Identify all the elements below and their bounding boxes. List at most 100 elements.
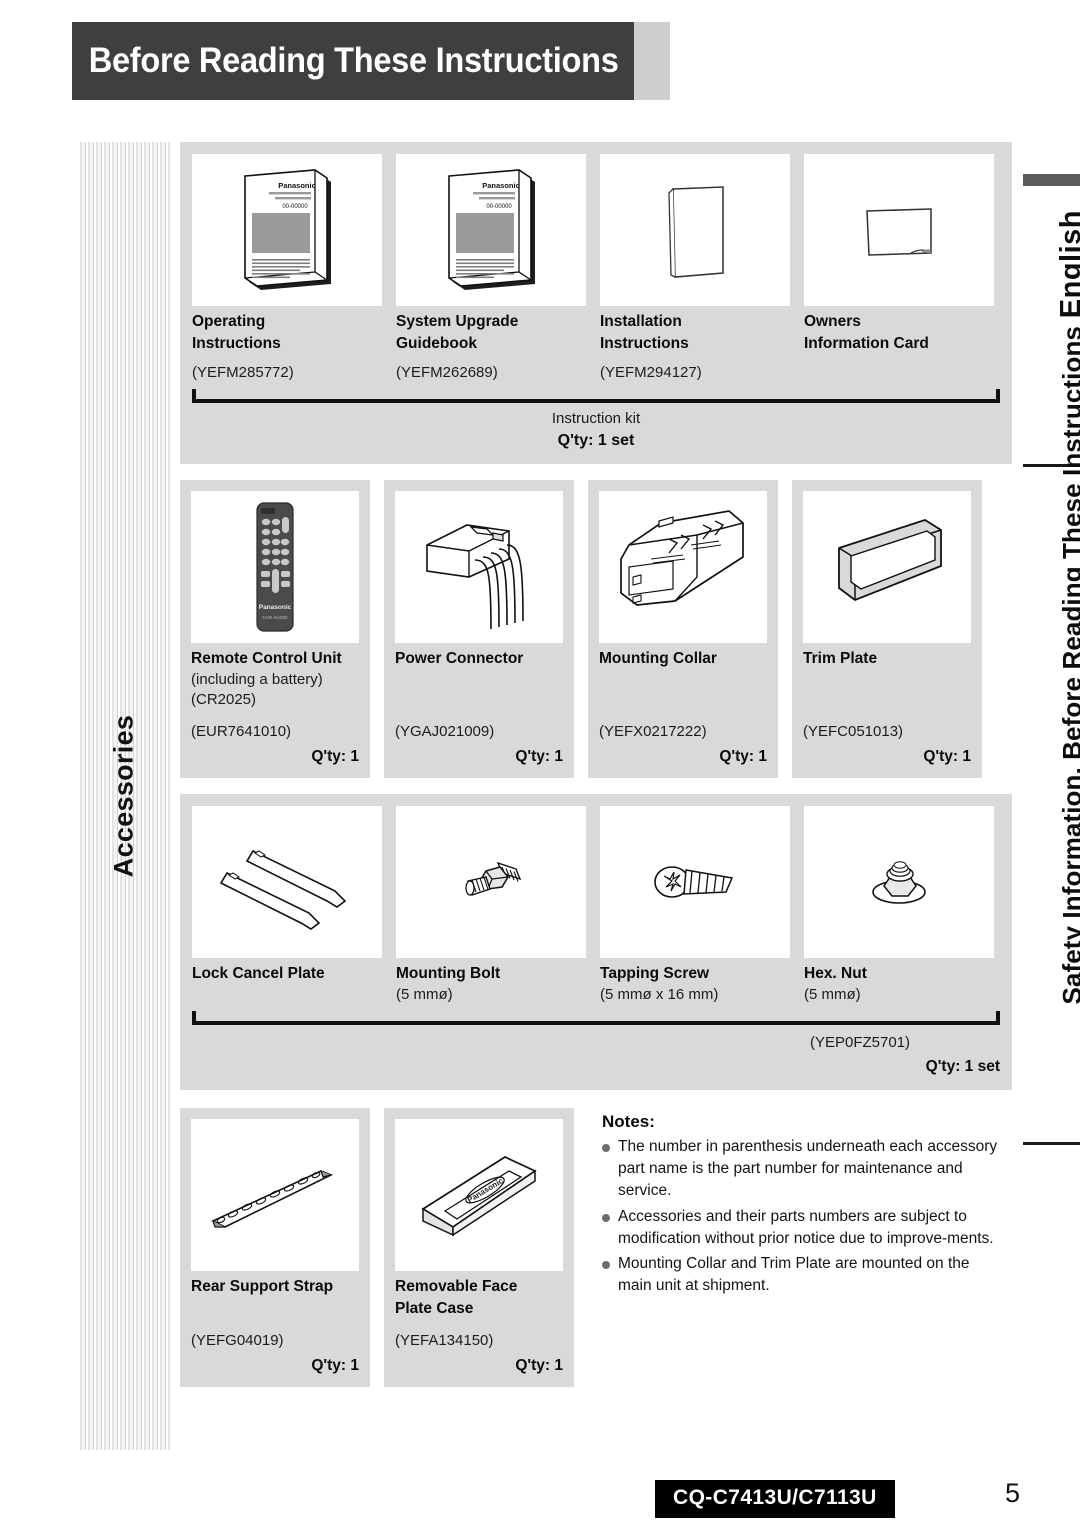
accessory-card: Panasonic Removable Face Plate Case (YEF… (384, 1108, 574, 1388)
bullet-icon (602, 1260, 610, 1269)
accessory-part-number: (YEFM262689) (396, 364, 498, 381)
accessory-name: Hex. Nut (804, 964, 867, 982)
page-header-band: Before Reading These Instructions (72, 22, 634, 100)
hex-nut-icon (856, 842, 942, 922)
model-number-badge: CQ-C7413U/C7113U (655, 1480, 895, 1518)
svg-text:Panasonic: Panasonic (278, 181, 316, 190)
page-title: Before Reading These Instructions (88, 41, 619, 80)
accessory-qty: Q'ty: 1 (515, 1357, 563, 1375)
note-text: Accessories and their parts numbers are … (618, 1207, 994, 1247)
accessory-qty: Q'ty: 1 (311, 747, 359, 765)
accessory-part-number: (YGAJ021009) (395, 722, 495, 740)
accessory-thumbnail (600, 805, 790, 958)
accessory-item: Panasonic 00-00000 (192, 154, 382, 383)
accessory-qty: Q'ty: 1 (923, 747, 971, 765)
bullet-icon (602, 1144, 610, 1153)
hardware-kit-grid: Lock Cancel Plate Mounting Bolt (5 mmø) … (192, 805, 1000, 1005)
right-rail-label-safety: Safety Information, Before Reading These… (1057, 326, 1080, 1005)
instruction-kit-bracket (192, 389, 1000, 403)
accessory-thumbnail (600, 154, 790, 306)
svg-text:Panasonic: Panasonic (259, 604, 292, 611)
accessory-name: Installation Instructions (600, 311, 790, 355)
accessories-content: Panasonic 00-00000 Operating Instruction… (180, 142, 1012, 1388)
accessory-name-line1: Rear Support Strap (191, 1278, 334, 1296)
page-root: Before Reading These Instructions Access… (0, 0, 1080, 1526)
hardware-kit-block: Lock Cancel Plate Mounting Bolt (5 mmø) … (180, 793, 1012, 1091)
accessory-qty: Q'ty: 1 (515, 747, 563, 765)
accessory-sub: (5 mmø x 16 mm) (600, 985, 719, 1003)
accessory-name: System Upgrade Guidebook (396, 311, 586, 355)
note-item: Mounting Collar and Trim Plate are mount… (602, 1253, 1002, 1297)
note-item: The number in parenthesis underneath eac… (602, 1136, 1002, 1202)
accessory-thumbnail (803, 491, 971, 643)
right-rail-divider-bottom (1023, 1142, 1080, 1145)
hardware-kit-tail: (YEP0FZ5701) Q'ty: 1 set (192, 1025, 1000, 1090)
bottom-row: Rear Support Strap (YEFG04019) Q'ty: 1 P… (180, 1108, 1012, 1388)
accessory-name-line1: Installation (600, 313, 682, 330)
accessory-part-number: (YEFM294127) (600, 364, 702, 381)
accessory-name-line2: Plate Case (395, 1300, 474, 1318)
accessory-thumbnail: Panasonic 00-00000 (192, 154, 382, 306)
accessory-name-line1: System Upgrade (396, 313, 519, 330)
accessory-name: Power Connector (395, 650, 524, 667)
accessory-name: Removable Face Plate Case (395, 1276, 563, 1320)
accessory-name: Remote Control Unit (191, 650, 342, 667)
accessory-item: Panasonic 00-00000 (396, 154, 586, 383)
mounting-collar-icon (607, 501, 759, 633)
remote-control-icon: Panasonic CAR AUDIO (240, 497, 310, 637)
mounting-bolt-icon (446, 837, 536, 927)
instruction-kit-block: Panasonic 00-00000 Operating Instruction… (180, 142, 1012, 464)
accessory-card: Rear Support Strap (YEFG04019) Q'ty: 1 (180, 1108, 370, 1388)
svg-text:Panasonic: Panasonic (482, 181, 520, 190)
accessory-qty: Q'ty: 1 (311, 1357, 359, 1375)
left-rail-label: Accessories (108, 714, 139, 878)
svg-text:CAR AUDIO: CAR AUDIO (262, 615, 288, 620)
accessory-card: Mounting Collar (YEFX0217222) Q'ty: 1 (588, 480, 778, 778)
accessory-item: Lock Cancel Plate (192, 805, 382, 1005)
notes-title: Notes: (602, 1112, 655, 1132)
accessory-thumbnail (395, 491, 563, 643)
bullet-icon (602, 1213, 610, 1222)
accessory-name: Operating Instructions (192, 311, 382, 355)
parts-row: Panasonic CAR AUDIO Remote Control Unit … (180, 480, 1012, 778)
lock-cancel-plate-icon (209, 821, 365, 943)
accessory-sub2: (CR2025) (191, 691, 257, 709)
accessory-item: Hex. Nut (5 mmø) (804, 805, 994, 1005)
instruction-kit-caption: Instruction kit (551, 410, 641, 427)
accessory-name-line2: Instructions (192, 335, 281, 352)
accessory-item: Installation Instructions (YEFM294127) (600, 154, 790, 383)
accessory-part-number: (YEFG04019) (191, 1332, 284, 1350)
accessory-name: Tapping Screw (600, 964, 710, 982)
accessory-name-line2: Guidebook (396, 335, 477, 352)
accessory-sub: (5 mmø) (804, 985, 861, 1003)
page-number: 5 (1005, 1478, 1021, 1508)
hardware-kit-qty: Q'ty: 1 set (925, 1058, 1000, 1076)
card-landscape-icon (851, 185, 947, 275)
header-band-tail (634, 22, 670, 100)
accessory-name-line2: Information Card (804, 335, 929, 352)
right-rail-label-english: English (1055, 210, 1080, 319)
accessory-part-number: (YEFA134150) (395, 1332, 494, 1350)
accessory-thumbnail: Panasonic (395, 1119, 563, 1272)
accessory-card: Panasonic CAR AUDIO Remote Control Unit … (180, 480, 370, 778)
accessory-card: Trim Plate (YEFC051013) Q'ty: 1 (792, 480, 982, 778)
svg-text:00-00000: 00-00000 (282, 204, 308, 210)
accessory-thumbnail: Panasonic 00-00000 (396, 154, 586, 306)
hardware-kit-bracket (192, 1011, 1000, 1026)
accessory-name-line2: Instructions (600, 335, 689, 352)
left-section-rail: Accessories (78, 142, 170, 1450)
instruction-kit-qty: Q'ty: 1 set (557, 432, 635, 449)
note-text: Mounting Collar and Trim Plate are mount… (618, 1254, 970, 1295)
accessory-part-number: (YEFM285772) (192, 364, 294, 381)
accessory-thumbnail (804, 805, 994, 958)
accessory-name: Trim Plate (803, 650, 878, 667)
accessory-part-number: (EUR7641010) (191, 722, 292, 740)
accessory-thumbnail: Panasonic CAR AUDIO (191, 491, 359, 643)
accessory-item: Mounting Bolt (5 mmø) (396, 805, 586, 1005)
note-text: The number in parenthesis underneath eac… (618, 1138, 998, 1200)
right-section-rail: English Safety Information, Before Readi… (1015, 142, 1080, 1442)
accessory-name-line1: Removable Face (395, 1278, 518, 1296)
notes-section: Notes: The number in parenthesis underne… (602, 1108, 1002, 1387)
note-item: Accessories and their parts numbers are … (602, 1206, 1002, 1250)
accessory-part-number: (YEFC051013) (803, 722, 904, 740)
